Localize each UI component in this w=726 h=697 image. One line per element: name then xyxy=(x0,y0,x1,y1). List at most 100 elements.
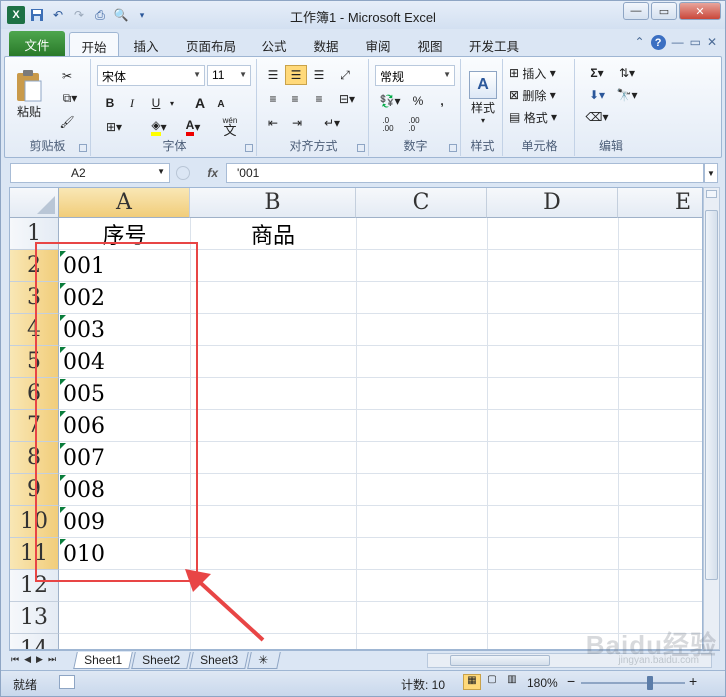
prev-sheet-icon[interactable]: ◀ xyxy=(24,654,31,665)
select-all-button[interactable] xyxy=(10,188,59,218)
formula-input[interactable]: '001 xyxy=(226,163,704,183)
vertical-scrollbar[interactable] xyxy=(703,187,720,650)
italic-button[interactable]: I xyxy=(123,93,141,113)
tab-insert[interactable]: 插入 xyxy=(125,32,167,56)
column-header-d[interactable]: D xyxy=(487,188,618,218)
next-sheet-icon[interactable]: ▶ xyxy=(36,654,43,665)
expand-formula-icon[interactable]: ▼ xyxy=(704,163,718,183)
sheet-tab-sheet2[interactable]: Sheet2 xyxy=(131,652,191,669)
align-left-icon[interactable]: ≡ xyxy=(263,89,283,109)
sort-filter-icon[interactable]: ⇅▾ xyxy=(613,63,641,83)
formula-splitter-icon xyxy=(176,166,190,180)
zoom-out-button[interactable]: − xyxy=(567,673,575,689)
first-sheet-icon[interactable]: ⏮ xyxy=(11,654,19,665)
autosum-button[interactable]: Σ ▾ xyxy=(583,63,611,83)
styles-button[interactable]: A 样式 ▾ xyxy=(467,63,499,133)
zoom-slider-track[interactable] xyxy=(581,682,685,684)
close-button[interactable]: ✕ xyxy=(679,2,721,20)
paste-button[interactable]: 粘贴 xyxy=(11,63,47,125)
align-middle-icon[interactable]: ☰ xyxy=(285,65,307,85)
clear-icon[interactable]: ⌫▾ xyxy=(583,107,611,127)
row-header-13[interactable]: 13 xyxy=(10,602,59,634)
zoom-in-button[interactable]: + xyxy=(689,673,697,689)
font-size-combo[interactable]: 11 ▼ xyxy=(207,65,251,86)
decrease-decimal-icon[interactable]: .00.0 xyxy=(401,115,427,135)
font-launcher-icon[interactable] xyxy=(245,144,253,152)
column-header-e[interactable]: E xyxy=(618,188,702,218)
row-header-14[interactable]: 14 xyxy=(10,634,59,649)
phonetic-guide-button[interactable]: wén 文 xyxy=(215,113,245,139)
workbook-close-icon[interactable]: ✕ xyxy=(707,35,717,50)
tab-developer[interactable]: 开发工具 xyxy=(461,32,527,56)
fill-color-icon[interactable]: ◈ ▾ xyxy=(145,117,173,137)
find-select-icon[interactable]: 🔭▾ xyxy=(613,85,641,105)
column-header-c[interactable]: C xyxy=(356,188,487,218)
column-header-a[interactable]: A xyxy=(59,188,190,218)
increase-indent-icon[interactable]: ⇥ xyxy=(287,113,307,133)
tab-view[interactable]: 视图 xyxy=(409,32,451,56)
align-top-icon[interactable]: ☰ xyxy=(263,65,283,85)
comma-button[interactable]: , xyxy=(433,91,451,111)
sheet-tab-sheet3[interactable]: Sheet3 xyxy=(189,652,249,669)
clipboard-launcher-icon[interactable] xyxy=(79,144,87,152)
bold-button[interactable]: B xyxy=(101,93,119,113)
delete-cells-button[interactable]: ⊠ 删除 ▾ xyxy=(509,85,569,105)
font-color-icon[interactable]: A ▾ xyxy=(179,117,207,137)
last-sheet-icon[interactable]: ⏭ xyxy=(48,654,56,665)
align-right-icon[interactable]: ≡ xyxy=(309,89,329,109)
tab-file[interactable]: 文件 xyxy=(9,31,65,56)
worksheet-grid[interactable]: A B C D E 1 2 3 4 5 6 7 8 9 10 11 12 13 14 序号 商品 001 0… xyxy=(9,187,703,650)
workbook-minimize-icon[interactable]: — xyxy=(672,35,684,50)
horizontal-scroll-thumb[interactable] xyxy=(450,655,550,666)
page-break-view-icon[interactable]: ▥ xyxy=(503,674,521,690)
macro-record-icon[interactable] xyxy=(59,675,75,689)
help-icon[interactable]: ? xyxy=(650,35,666,50)
number-format-combo[interactable]: 常规 ▼ xyxy=(375,65,455,86)
format-painter-icon[interactable]: 🖌 xyxy=(57,113,77,131)
zoom-slider-thumb[interactable] xyxy=(647,676,653,690)
split-box-icon[interactable] xyxy=(706,190,717,198)
format-cells-button[interactable]: ▤ 格式 ▾ xyxy=(509,107,569,127)
sheet-tab-sheet1[interactable]: Sheet1 xyxy=(73,652,133,669)
name-box[interactable]: A2 ▼ xyxy=(10,163,170,183)
cut-icon[interactable]: ✂ xyxy=(57,67,77,85)
align-bottom-icon[interactable]: ☰ xyxy=(309,65,329,85)
grow-font-button[interactable]: A xyxy=(191,93,209,113)
restore-button[interactable]: ▭ xyxy=(651,2,677,20)
scroll-thumb[interactable] xyxy=(705,210,718,580)
zoom-level[interactable]: 180% xyxy=(527,676,558,690)
column-header-b[interactable]: B xyxy=(190,188,356,218)
fill-icon[interactable]: ⬇▾ xyxy=(583,85,611,105)
gridline xyxy=(59,601,702,602)
wrap-text-icon[interactable]: ↵▾ xyxy=(319,113,345,133)
minimize-button[interactable]: — xyxy=(623,2,649,20)
orientation-icon[interactable]: ⤢ xyxy=(333,65,357,85)
increase-decimal-icon[interactable]: .0.00 xyxy=(375,115,401,135)
alignment-launcher-icon[interactable] xyxy=(357,144,365,152)
percent-button[interactable]: % xyxy=(409,91,427,111)
tab-formulas[interactable]: 公式 xyxy=(253,32,295,56)
number-launcher-icon[interactable] xyxy=(449,144,457,152)
tab-review[interactable]: 审阅 xyxy=(357,32,399,56)
merge-center-icon[interactable]: ⊟▾ xyxy=(333,89,361,109)
insert-function-button[interactable]: fx xyxy=(172,163,222,183)
tab-home[interactable]: 开始 xyxy=(69,32,119,56)
workbook-restore-icon[interactable]: ▭ xyxy=(690,35,701,50)
tab-data[interactable]: 数据 xyxy=(305,32,347,56)
page-layout-view-icon[interactable]: ▢ xyxy=(483,674,501,690)
currency-icon[interactable]: 💱▾ xyxy=(375,91,405,111)
shrink-font-button[interactable]: A xyxy=(213,95,229,113)
decrease-indent-icon[interactable]: ⇤ xyxy=(263,113,283,133)
cell-b1[interactable]: 商品 xyxy=(190,218,356,250)
border-icon[interactable]: ⊞▾ xyxy=(101,117,127,137)
underline-button[interactable]: U xyxy=(147,93,165,113)
insert-sheet-icon[interactable]: ✳ xyxy=(247,652,281,669)
insert-cells-button[interactable]: ⊞ 插入 ▾ xyxy=(509,63,569,83)
font-name-combo[interactable]: 宋体 ▼ xyxy=(97,65,205,86)
tab-page-layout[interactable]: 页面布局 xyxy=(177,32,245,56)
normal-view-icon[interactable]: ▦ xyxy=(463,674,481,690)
copy-icon[interactable]: ⧉▾ xyxy=(57,89,83,107)
align-center-icon[interactable]: ≡ xyxy=(285,89,305,109)
underline-dropdown-icon[interactable]: ▾ xyxy=(167,93,177,113)
minimize-ribbon-icon[interactable]: ⌃ xyxy=(635,35,645,50)
